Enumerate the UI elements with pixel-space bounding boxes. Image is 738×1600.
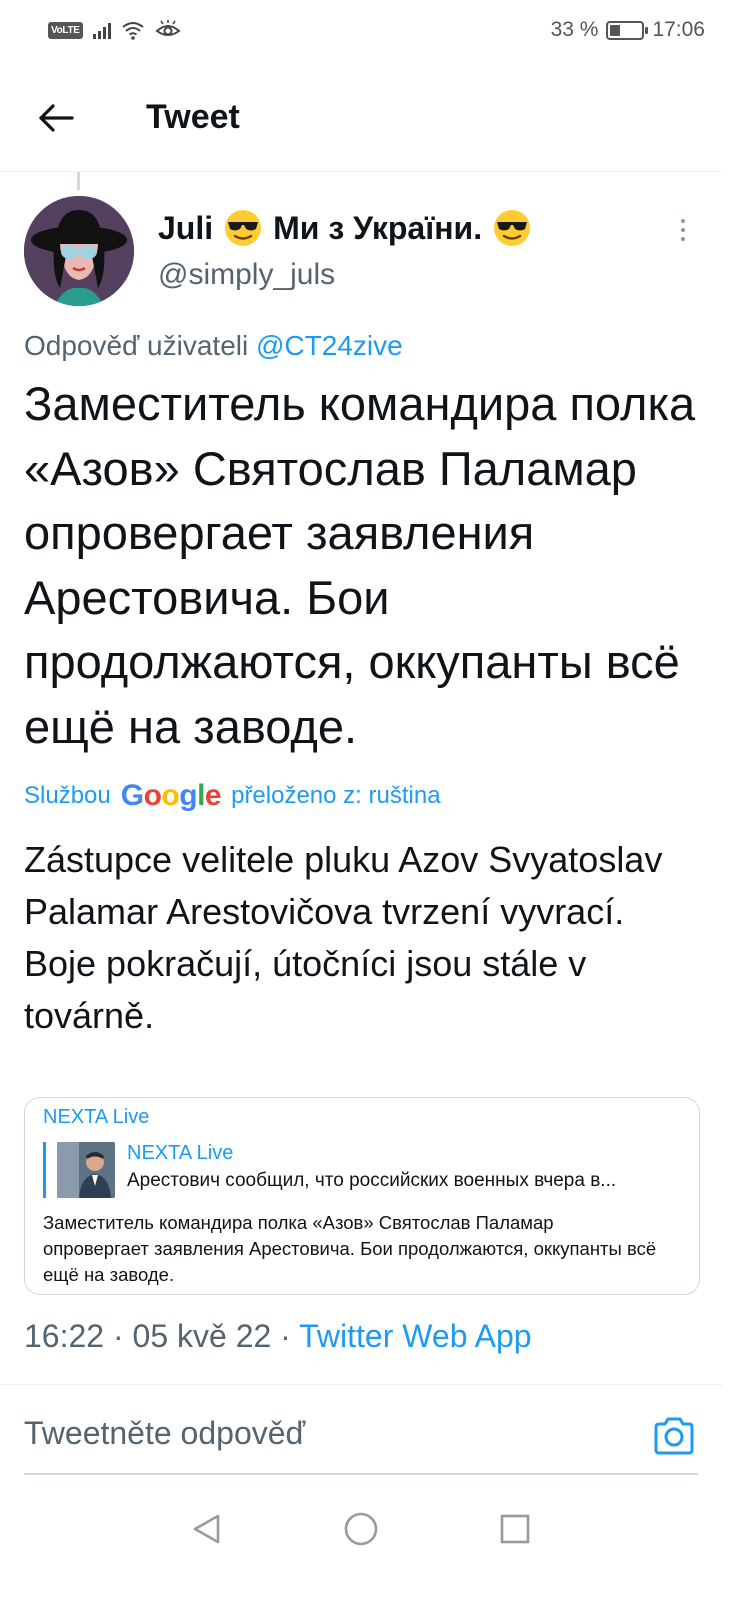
author-handle[interactable]: @simply_juls <box>158 258 335 292</box>
reply-context: Odpověď uživateli @CT24zive <box>24 330 403 362</box>
camera-button[interactable] <box>652 1414 696 1458</box>
eye-comfort-icon <box>155 20 181 36</box>
author-name-text: Juli <box>158 209 214 246</box>
google-logo-letter: o <box>161 779 180 812</box>
volte-indicator: VoLTE <box>48 21 83 39</box>
author-name[interactable]: Juli Ми з України. <box>158 208 532 248</box>
circle-home-icon <box>344 1512 378 1546</box>
wifi-icon <box>122 22 144 40</box>
separator: · <box>112 1318 133 1354</box>
quoted-tweet-card[interactable]: NEXTA Live NEXTA Live Арестович сообщил,… <box>24 1097 700 1295</box>
quoted-author: NEXTA Live <box>43 1106 150 1128</box>
battery-icon <box>606 20 649 40</box>
page-title: Tweet <box>146 98 240 136</box>
avatar-illustration <box>24 196 134 306</box>
status-bar-right: 33 % 17:06 <box>551 18 705 42</box>
google-logo-letter: G <box>120 779 144 812</box>
reply-mention-link[interactable]: @CT24zive <box>256 330 403 361</box>
more-vertical-icon-dot <box>681 219 685 223</box>
tweet-metadata: 16:22 · 05 kvě 22 · Twitter Web App <box>24 1318 532 1355</box>
reply-prefix: Odpověď uživateli <box>24 330 249 361</box>
signal-icon <box>92 21 111 39</box>
avatar[interactable] <box>24 196 134 306</box>
divider <box>0 1384 723 1385</box>
author-name-suffix: Ми з України. <box>273 209 483 246</box>
nav-home-button[interactable] <box>336 1504 386 1554</box>
nav-recents-button[interactable] <box>490 1504 540 1554</box>
square-recents-icon <box>500 1514 530 1544</box>
battery-percent: 33 % <box>550 18 599 41</box>
quoted-reply-bar <box>43 1142 46 1198</box>
quoted-thumbnail <box>57 1142 115 1198</box>
separator: · <box>280 1318 300 1354</box>
reply-input[interactable]: Tweetněte odpověď <box>24 1415 624 1452</box>
sunglasses-emoji-icon <box>225 210 262 246</box>
quoted-inner-author: NEXTA Live <box>127 1142 234 1164</box>
thread-connector <box>77 172 80 190</box>
nav-back-button[interactable] <box>182 1504 232 1554</box>
status-bar: VoLTE 33 % 17:06 <box>0 0 723 62</box>
more-vertical-icon-dot <box>681 237 685 241</box>
arrow-left-icon <box>39 104 74 132</box>
translation-prefix: Službou <box>24 782 111 809</box>
translation-text: Zástupce velitele pluku Azov Svyatoslav … <box>24 839 663 1036</box>
person-thumbnail-icon <box>57 1142 115 1198</box>
google-logo: Google <box>120 779 222 813</box>
clock: 17:06 <box>652 18 705 41</box>
status-bar-left: VoLTE <box>48 20 181 40</box>
google-logo-text: Google <box>120 779 222 812</box>
translation-attribution[interactable]: Službou Google přeloženo z: ruština <box>24 779 441 813</box>
tweet-text: Заместитель командира полка «Азов» Свято… <box>24 377 696 753</box>
quoted-text: Заместитель командира полка «Азов» Свято… <box>43 1212 657 1285</box>
back-button[interactable] <box>32 94 80 142</box>
triangle-back-icon <box>193 1514 220 1544</box>
more-vertical-icon-dot <box>681 228 685 232</box>
google-logo-letter: g <box>179 779 198 812</box>
google-logo-letter: l <box>197 779 205 812</box>
translation-suffix: přeloženo z: ruština <box>231 782 441 809</box>
tweet-source-link[interactable]: Twitter Web App <box>299 1318 531 1354</box>
camera-icon <box>654 1417 694 1455</box>
top-app-bar: Tweet <box>0 62 723 172</box>
tweet-date: 05 kvě 22 <box>132 1318 272 1354</box>
system-nav-bar <box>0 1490 723 1568</box>
tweet-time: 16:22 <box>24 1318 105 1354</box>
battery-fill <box>610 24 621 36</box>
reply-underline <box>24 1473 698 1475</box>
more-options-button[interactable] <box>668 212 698 248</box>
google-logo-letter: e <box>204 779 222 812</box>
sunglasses-emoji-icon <box>494 210 531 246</box>
quoted-inner-text: Арестович сообщил, что российских военны… <box>127 1170 617 1191</box>
google-logo-letter: o <box>143 779 162 812</box>
